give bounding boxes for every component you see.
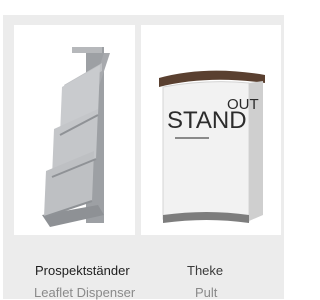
- product-name-en: Leaflet Dispenser: [34, 285, 136, 300]
- product-card-counter[interactable]: STAND OUT: [141, 25, 281, 235]
- counter-image: STAND OUT: [159, 70, 265, 223]
- product-card-leaflet-dispenser[interactable]: [14, 25, 135, 235]
- product-name-de[interactable]: Prospektständer: [35, 263, 130, 278]
- leaflet-dispenser-image: [42, 47, 110, 227]
- product-labels: Prospektständer Theke Leaflet Dispenser …: [3, 257, 284, 300]
- product-name-en: Pult: [195, 285, 218, 300]
- product-gallery: STAND OUT Prospektständer Theke Leaflet …: [3, 15, 284, 300]
- counter-brand-out: OUT: [227, 96, 259, 113]
- product-name-de[interactable]: Theke: [187, 263, 223, 278]
